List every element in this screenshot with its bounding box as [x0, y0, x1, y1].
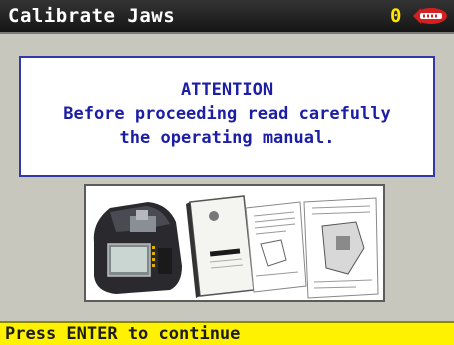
status-bar: Press ENTER to continue — [0, 321, 454, 345]
machine-and-manual-illustration-icon — [93, 195, 379, 299]
message-line-2: the operating manual. — [119, 128, 335, 148]
attention-heading: ATTENTION — [180, 80, 274, 100]
continue-prompt: Press ENTER to continue — [5, 324, 241, 344]
counter-value: 0 — [390, 5, 402, 27]
machine-manual-illustration — [84, 184, 385, 302]
message-line-1: Before proceeding read carefully — [63, 104, 391, 124]
brand-logo-icon — [413, 8, 447, 24]
window-title: Calibrate Jaws — [8, 5, 176, 27]
attention-message-box: ATTENTION Before proceeding read careful… — [19, 56, 435, 177]
calibrate-jaws-screen: Calibrate Jaws 0 ATTENTION Before procee… — [0, 0, 454, 345]
title-bar: Calibrate Jaws 0 — [0, 0, 454, 34]
